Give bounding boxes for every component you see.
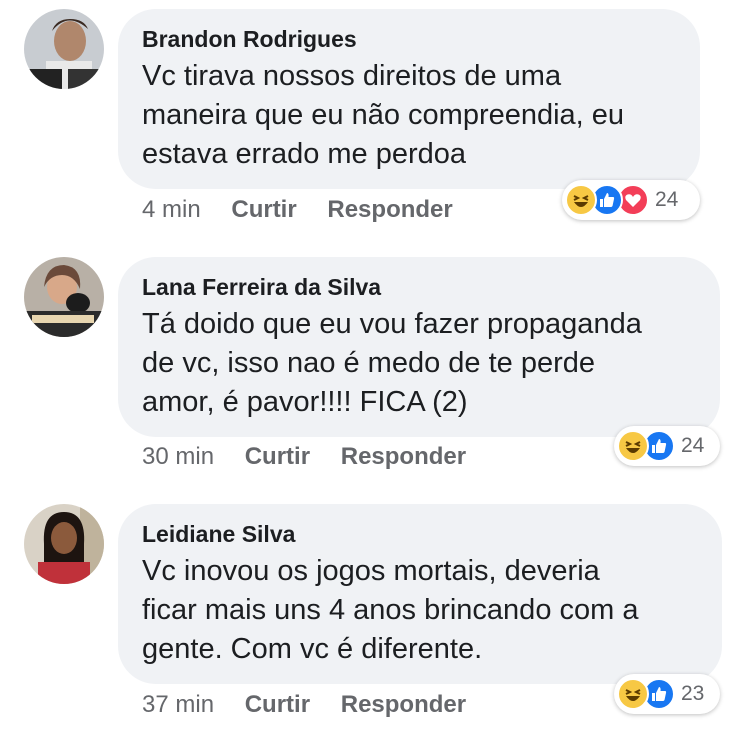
reaction-count: 24 [655,188,679,211]
comment-text-line: estava errado me perdoa [142,138,467,170]
comment-text-line: maneira que eu não compreendia, eu [142,99,625,131]
reaction-summary[interactable]: 24 [562,180,700,220]
comment-text-line: amor, é pavor!!!! FICA (2) [142,386,468,418]
comment-bubble: Brandon Rodrigues Vc tirava nossos direi… [118,9,700,189]
haha-icon [617,678,649,710]
avatar[interactable] [24,504,104,584]
reply-action[interactable]: Responder [327,196,452,224]
comment-timestamp[interactable]: 30 min [142,443,214,471]
haha-icon [565,184,597,216]
reaction-summary[interactable]: 23 [614,674,720,714]
reaction-summary[interactable]: 24 [614,426,720,466]
comment-text: Tá doido que eu vou fazer propaganda de … [142,305,696,422]
avatar[interactable] [24,9,104,89]
comment-text-line: Vc inovou os jogos mortais, deveria [142,555,600,587]
comment-meta: 37 min Curtir Responder [142,691,490,719]
comment-bubble: Leidiane Silva Vc inovou os jogos mortai… [118,504,722,684]
reply-action[interactable]: Responder [341,443,466,471]
comment-author[interactable]: Leidiane Silva [142,520,698,548]
comment-text-line: Tá doido que eu vou fazer propaganda [142,308,642,340]
like-action[interactable]: Curtir [245,443,310,471]
avatar-photo [24,257,104,337]
comment-author[interactable]: Lana Ferreira da Silva [142,273,696,301]
like-action[interactable]: Curtir [245,691,310,719]
reply-action[interactable]: Responder [341,691,466,719]
haha-icon [617,430,649,462]
comment-text: Vc tirava nossos direitos de uma maneira… [142,57,676,174]
comment-author[interactable]: Brandon Rodrigues [142,25,676,53]
comment-bubble: Lana Ferreira da Silva Tá doido que eu v… [118,257,720,437]
avatar-photo [24,504,104,584]
comment-text: Vc inovou os jogos mortais, deveria fica… [142,552,698,669]
comment-text-line: gente. Com vc é diferente. [142,633,483,665]
comment-timestamp[interactable]: 4 min [142,196,201,224]
reaction-count: 24 [681,434,705,457]
like-action[interactable]: Curtir [231,196,296,224]
comment-meta: 30 min Curtir Responder [142,443,490,471]
comment-text-line: de vc, isso nao é medo de te perde [142,347,596,379]
comment-timestamp[interactable]: 37 min [142,691,214,719]
comment-meta: 4 min Curtir Responder [142,196,477,224]
avatar[interactable] [24,257,104,337]
avatar-photo [24,9,104,89]
comment-text-line: Vc tirava nossos direitos de uma [142,60,562,92]
comment-text-line: ficar mais uns 4 anos brincando com a [142,594,639,626]
reaction-count: 23 [681,682,705,705]
